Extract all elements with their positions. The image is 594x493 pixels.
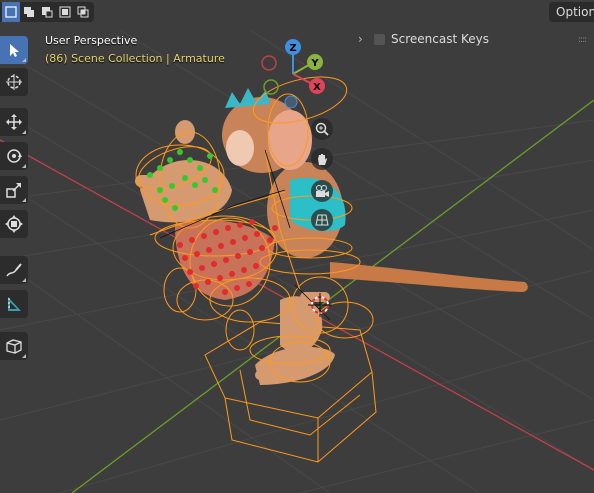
view-name-label: User Perspective: [45, 34, 138, 47]
tool-transform[interactable]: [0, 210, 28, 238]
gizmo-neg-y[interactable]: [263, 79, 279, 95]
monkey-character-model[interactable]: [135, 88, 528, 463]
screencast-keys-checkbox[interactable]: [374, 33, 385, 45]
tool-cursor[interactable]: [0, 68, 28, 96]
transform-icon: [5, 215, 23, 233]
tool-measure[interactable]: [0, 290, 28, 318]
select-invert-icon[interactable]: [56, 2, 74, 22]
measure-ruler-icon: [8, 297, 21, 311]
select-extend-icon[interactable]: [20, 2, 38, 22]
collection-info-label: (86) Scene Collection | Armature: [45, 52, 225, 65]
gizmo-neg-z[interactable]: [284, 95, 298, 108]
gizmo-z-axis[interactable]: Z: [285, 39, 301, 55]
svg-text:X: X: [313, 82, 321, 93]
grid-ortho-icon[interactable]: [311, 209, 333, 231]
grid-y-axis-line: [71, 99, 594, 493]
gizmo-y-axis[interactable]: Y: [307, 54, 323, 70]
select-subtract-icon[interactable]: [38, 2, 56, 22]
svg-text:Z: Z: [289, 43, 296, 54]
chevron-right-icon[interactable]: ›: [358, 32, 368, 46]
select-intersect-icon[interactable]: [74, 2, 92, 22]
select-new-icon[interactable]: [2, 2, 20, 22]
tool-annotate[interactable]: [0, 256, 28, 284]
hand-pan-icon[interactable]: [311, 148, 333, 170]
move-icon: [6, 114, 22, 130]
zoom-icon[interactable]: [311, 118, 333, 140]
svg-text:Y: Y: [310, 58, 319, 69]
options-dropdown-button[interactable]: Options: [549, 2, 594, 22]
tool-scale[interactable]: [0, 176, 28, 204]
navigation-gizmo[interactable]: Z Y X: [258, 36, 338, 108]
selection-mode-group: [0, 2, 94, 22]
screencast-keys-panel[interactable]: › Screencast Keys: [358, 32, 489, 46]
rotate-icon: [7, 149, 22, 163]
screencast-keys-label: Screencast Keys: [391, 32, 489, 46]
cursor-arrow-icon: [10, 44, 19, 57]
tool-select-box[interactable]: [0, 36, 28, 64]
tool-add-cube[interactable]: [0, 332, 28, 360]
tool-move[interactable]: [0, 108, 28, 136]
gizmo-x-axis[interactable]: X: [309, 78, 325, 94]
panel-grip-icon[interactable]: ::::: [578, 35, 587, 45]
camera-icon[interactable]: [311, 180, 333, 202]
tool-rotate[interactable]: [0, 142, 28, 170]
annotate-pen-icon: [6, 263, 22, 277]
scale-icon: [6, 183, 21, 198]
3d-cursor-icon: [6, 74, 22, 90]
add-cube-icon: [6, 339, 22, 354]
gizmo-neg-x[interactable]: [261, 55, 277, 71]
